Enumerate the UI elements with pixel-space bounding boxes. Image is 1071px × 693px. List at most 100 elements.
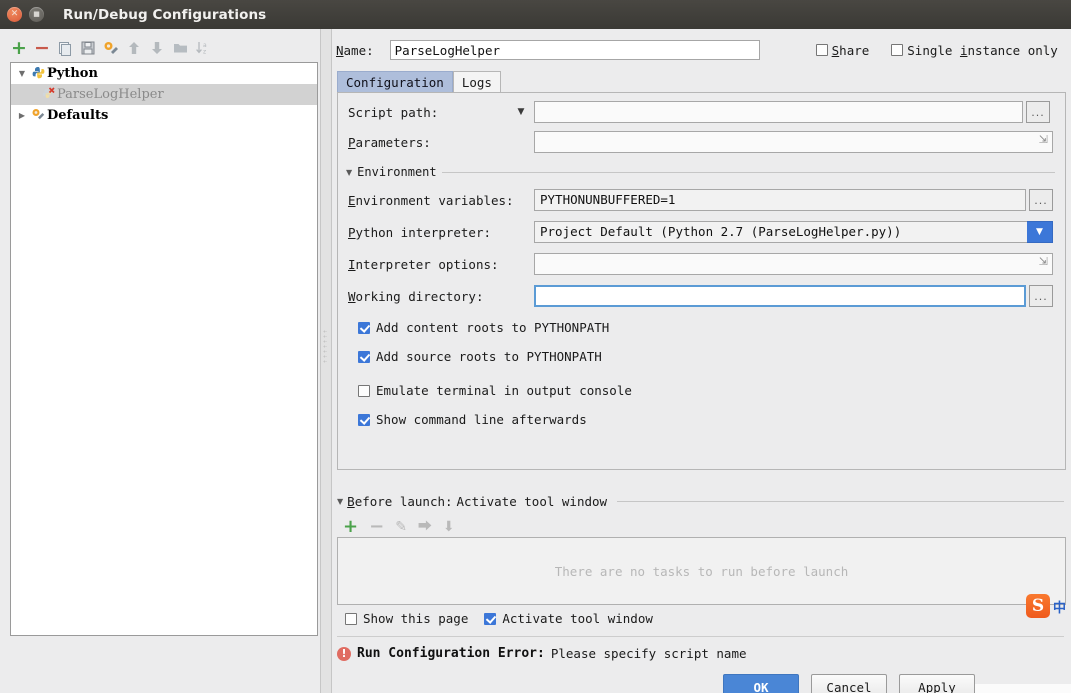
sogou-ime-indicator[interactable]: S 中 [1026, 594, 1066, 618]
python-interpreter-value[interactable]: Project Default (Python 2.7 (ParseLogHel… [534, 221, 1027, 243]
environment-section-label: Environment [357, 165, 437, 179]
environment-variables-browse-button[interactable]: ... [1029, 189, 1053, 211]
wrench-settings-icon[interactable] [102, 39, 120, 57]
add-content-roots-checkbox[interactable]: Add content roots to PYTHONPATH [358, 320, 609, 335]
expand-icon[interactable]: ⇲ [1039, 254, 1048, 272]
chevron-right-icon[interactable]: ▶ [15, 111, 29, 120]
tree-node-label: Defaults [47, 108, 109, 123]
before-launch-options: Show this page Activate tool window [345, 611, 653, 626]
python-interpreter-label: Python interpreter: [348, 224, 491, 240]
before-launch-header[interactable]: ▼ Before launch: Activate tool window [337, 494, 1064, 509]
checkbox-box[interactable] [345, 612, 357, 625]
script-path-browse-button[interactable]: ... [1026, 101, 1050, 123]
error-title: Run Configuration Error: [357, 646, 545, 661]
section-divider [441, 171, 1055, 173]
checkbox-box[interactable] [358, 384, 370, 397]
move-task-up-icon: ⮕ [417, 519, 432, 535]
tab-logs[interactable]: Logs [452, 71, 501, 94]
working-directory-row: Working directory: ... [348, 285, 1055, 307]
minus-icon[interactable]: − [33, 38, 51, 57]
interpreter-options-row: Interpreter options: ⇲ [348, 253, 1055, 275]
empty-state-text: There are no tasks to run before launch [554, 563, 849, 579]
share-checkbox[interactable]: Share [815, 43, 869, 58]
remove-task-icon: − [369, 516, 385, 537]
before-launch-title-value: Activate tool window [456, 494, 608, 509]
cancel-button[interactable]: Cancel [811, 674, 887, 693]
activate-tool-window-checkbox[interactable]: Activate tool window [484, 611, 653, 626]
window-title: Run/Debug Configurations [63, 6, 267, 23]
close-icon[interactable]: ✕ [7, 7, 22, 22]
splitter-handle[interactable] [323, 329, 327, 363]
show-this-page-checkbox[interactable]: Show this page [345, 611, 468, 626]
maximize-icon[interactable]: ■ [29, 7, 44, 22]
add-source-roots-checkbox[interactable]: Add source roots to PYTHONPATH [358, 349, 602, 364]
before-launch-title-prefix: Before launch: [347, 494, 453, 509]
ime-mode-label[interactable]: 中 [1053, 597, 1066, 616]
window-titlebar: ✕ ■ Run/Debug Configurations [0, 0, 1071, 30]
apply-button[interactable]: Apply [899, 674, 975, 693]
tree-node-python[interactable]: ▼ Python [11, 63, 317, 84]
tab-configuration[interactable]: Configuration [337, 71, 453, 94]
checkbox-label: Show command line afterwards [376, 412, 587, 427]
editor-tabs: Configuration Logs [337, 70, 501, 94]
watermark: 亿速云 [975, 684, 1071, 693]
interpreter-options-input[interactable]: ⇲ [534, 253, 1053, 275]
edit-task-icon: ✎ [395, 519, 407, 535]
add-task-icon[interactable]: + [343, 518, 358, 536]
checkbox-box[interactable] [484, 612, 497, 625]
configuration-panel: Script path: ▼ ... Parameters: ⇲ ▼ Envir… [337, 92, 1066, 470]
checkbox-box[interactable] [358, 350, 370, 363]
dialog-button-bar: OK Cancel Apply [331, 674, 1071, 693]
working-directory-browse-button[interactable]: ... [1029, 285, 1053, 307]
chevron-down-icon[interactable]: ▼ [508, 107, 534, 117]
single-instance-checkbox[interactable]: Single instance only [891, 43, 1058, 58]
working-directory-input[interactable] [534, 285, 1026, 307]
triangle-down-icon[interactable]: ▼ [337, 497, 343, 506]
error-message-row: ! Run Configuration Error: Please specif… [337, 646, 747, 661]
error-message: Please specify script name [550, 646, 747, 661]
before-launch-task-list[interactable]: There are no tasks to run before launch [337, 537, 1066, 605]
move-up-icon[interactable] [125, 39, 143, 57]
run-debug-configurations-dialog: ✕ ■ Run/Debug Configurations + − a z ▼ P… [0, 0, 1071, 693]
before-launch-toolbar: + − ✎ ⮕ ⬇ [343, 518, 455, 536]
parameters-row: Parameters: ⇲ [348, 131, 1055, 153]
tree-node-parseloghelper[interactable]: ParseLogHelper [11, 84, 317, 105]
parameters-input[interactable]: ⇲ [534, 131, 1053, 153]
name-label: Name: [336, 42, 374, 58]
checkbox-label: Activate tool window [502, 611, 653, 626]
parameters-label: Parameters: [348, 134, 431, 150]
ok-button[interactable]: OK [723, 674, 799, 693]
checkbox-box[interactable] [815, 44, 828, 56]
python-config-error-icon [39, 86, 57, 103]
show-command-line-checkbox[interactable]: Show command line afterwards [358, 412, 587, 427]
chevron-down-icon[interactable]: ▼ [15, 69, 29, 78]
checkbox-label: Add source roots to PYTHONPATH [376, 349, 602, 364]
checkbox-box[interactable] [358, 413, 370, 426]
tree-node-defaults[interactable]: ▶ Defaults [11, 105, 317, 126]
move-task-down-icon: ⬇ [442, 519, 455, 535]
sort-alpha-icon[interactable]: a z [194, 39, 212, 57]
wrench-icon [29, 108, 47, 124]
environment-variables-input[interactable]: PYTHONUNBUFFERED=1 [534, 189, 1026, 211]
tree-node-label: ParseLogHelper [57, 87, 164, 102]
name-input[interactable]: ParseLogHelper [389, 40, 760, 60]
folder-icon[interactable] [171, 39, 189, 57]
expand-icon[interactable]: ⇲ [1039, 132, 1048, 150]
plus-icon[interactable]: + [10, 38, 28, 57]
environment-variables-row: Environment variables: PYTHONUNBUFFERED=… [348, 189, 1055, 211]
copy-icon[interactable] [56, 39, 74, 57]
chevron-down-icon[interactable]: ▼ [1027, 221, 1053, 243]
svg-text:z: z [203, 49, 206, 56]
move-down-icon[interactable] [148, 39, 166, 57]
configurations-tree[interactable]: ▼ Python ParseLogHelper ▶ Defaults [10, 62, 318, 636]
environment-section-header[interactable]: ▼ Environment [346, 165, 1055, 179]
sogou-logo-icon[interactable]: S [1026, 594, 1050, 618]
triangle-down-icon[interactable]: ▼ [346, 168, 352, 177]
script-path-label: Script path: [348, 104, 439, 120]
single-instance-label: Single instance only [907, 42, 1058, 58]
emulate-terminal-checkbox[interactable]: Emulate terminal in output console [358, 383, 632, 398]
script-path-input[interactable] [534, 101, 1023, 123]
save-icon[interactable] [79, 39, 97, 57]
checkbox-box[interactable] [891, 44, 904, 56]
checkbox-box[interactable] [358, 321, 370, 334]
